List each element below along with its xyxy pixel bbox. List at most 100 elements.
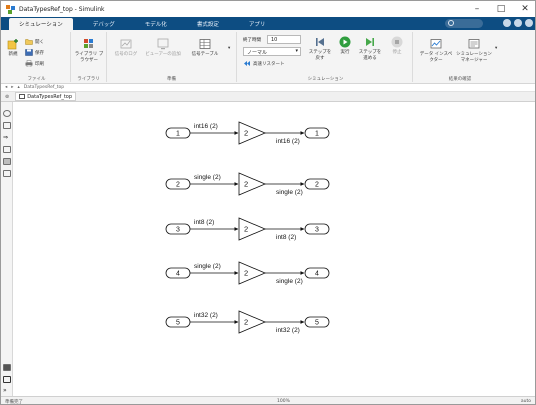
new-button[interactable]: 新規 bbox=[5, 38, 21, 58]
folder-open-icon bbox=[25, 39, 33, 45]
close-button[interactable]: ✕ bbox=[513, 1, 535, 17]
log-signals-button[interactable]: 信号のログ bbox=[111, 38, 141, 58]
chevron-down-icon: ▾ bbox=[495, 46, 498, 51]
gain-value-4: 2 bbox=[244, 269, 248, 278]
fast-restart-toggle[interactable]: 高速リスタート bbox=[243, 60, 285, 67]
gain-value-2: 2 bbox=[244, 180, 248, 189]
status-bar: 準備完了 100% auto bbox=[1, 396, 535, 405]
ribbon-tab-strip: シミュレーション デバッグ モデル化 書式設定 アプリ bbox=[1, 17, 535, 30]
tab-format[interactable]: 書式設定 bbox=[187, 17, 229, 30]
run-button[interactable]: 実行 bbox=[335, 36, 355, 56]
group-label-prepare: 準備 bbox=[167, 77, 176, 82]
maximize-button[interactable]: □ bbox=[489, 1, 513, 17]
zoom-level: 100% bbox=[277, 399, 290, 404]
solver-status: auto bbox=[520, 399, 531, 404]
save-icon bbox=[25, 49, 33, 56]
add-viewer-button[interactable]: ビューアーの追加 bbox=[145, 38, 181, 58]
stop-icon bbox=[391, 36, 403, 48]
output-type-label-2: single (2) bbox=[276, 189, 303, 196]
print-button[interactable]: 印刷 bbox=[25, 60, 44, 67]
gain-value-5: 2 bbox=[244, 318, 248, 327]
simulation-manager-button[interactable]: シミュレーション マネージャー bbox=[455, 38, 493, 64]
gain-block-4[interactable] bbox=[238, 261, 267, 285]
tab-debug[interactable]: デバッグ bbox=[83, 17, 125, 30]
area-icon[interactable] bbox=[3, 170, 11, 177]
output-type-label-5: int32 (2) bbox=[276, 327, 300, 334]
tab-apps[interactable]: アプリ bbox=[239, 17, 276, 30]
input-type-label-2: single (2) bbox=[194, 174, 221, 181]
stop-button[interactable]: 停止 bbox=[387, 36, 407, 56]
window-controls: – □ ✕ bbox=[465, 1, 535, 17]
forward-arrow-icon[interactable]: ▸ bbox=[11, 85, 13, 90]
tool-palette: ⇒ » bbox=[1, 102, 13, 396]
group-label-file: ファイル bbox=[27, 77, 46, 82]
gain-value-1: 2 bbox=[244, 129, 248, 138]
model-tab[interactable]: DataTypesRef_top bbox=[15, 92, 77, 101]
model-browser-bar: ◂ ▸ ▴ DataTypesRef_top bbox=[1, 84, 535, 92]
model-path[interactable]: DataTypesRef_top bbox=[24, 85, 64, 90]
open-button[interactable]: 開く bbox=[25, 38, 44, 45]
hide-browser-icon[interactable]: ⊚ bbox=[5, 94, 9, 100]
outport-number-4: 4 bbox=[315, 271, 319, 278]
tab-simulation[interactable]: シミュレーション bbox=[9, 18, 73, 30]
gain-value-3: 2 bbox=[244, 225, 248, 234]
run-icon bbox=[339, 36, 351, 48]
model-icon bbox=[19, 94, 26, 99]
search-box[interactable] bbox=[445, 19, 483, 28]
gain-block-2[interactable] bbox=[238, 172, 267, 196]
help-icon[interactable] bbox=[503, 19, 511, 27]
input-type-label-3: int8 (2) bbox=[194, 219, 214, 226]
outport-number-3: 3 bbox=[315, 227, 319, 234]
stop-time-field[interactable]: 10 bbox=[267, 35, 301, 44]
step-forward-icon bbox=[366, 38, 374, 46]
viewer-icon bbox=[157, 38, 169, 50]
model-explorer-icon[interactable] bbox=[3, 376, 11, 383]
output-type-label-4: single (2) bbox=[276, 278, 303, 285]
review-more-button[interactable]: ▾ bbox=[495, 46, 497, 51]
gain-block-3[interactable] bbox=[238, 217, 267, 241]
outport-number-2: 2 bbox=[315, 182, 319, 189]
gain-block-5[interactable] bbox=[238, 310, 267, 334]
input-type-label-5: int32 (2) bbox=[194, 312, 218, 319]
status-text: 準備完了 bbox=[5, 399, 23, 405]
simulation-mode-select[interactable]: ノーマル ▾ bbox=[243, 47, 301, 56]
library-browser-icon bbox=[84, 39, 93, 48]
back-arrow-icon[interactable]: ◂ bbox=[5, 85, 7, 90]
outport-number-5: 5 bbox=[315, 320, 319, 327]
fit-to-view-icon[interactable] bbox=[3, 122, 11, 129]
annotation-icon[interactable] bbox=[3, 146, 11, 153]
minimize-button[interactable]: – bbox=[465, 1, 489, 17]
stop-time-label: 終了時間 bbox=[243, 38, 261, 43]
image-icon[interactable] bbox=[3, 158, 11, 165]
save-button[interactable]: 保存 bbox=[25, 49, 44, 56]
step-back-button[interactable]: ステップを 戻す bbox=[307, 36, 333, 62]
library-browser-button[interactable]: ライブラリ ブラウザー bbox=[74, 38, 104, 64]
chevron-down-icon: ▾ bbox=[295, 48, 298, 54]
tab-modeling[interactable]: モデル化 bbox=[135, 17, 177, 30]
signal-table-button[interactable]: 信号テーブル bbox=[187, 38, 223, 58]
gain-block-1[interactable] bbox=[238, 121, 267, 145]
expand-icon[interactable] bbox=[525, 19, 533, 27]
zoom-icon[interactable] bbox=[3, 110, 11, 117]
block-diagram: 1 int16 (2) 2 int16 (2) 1 2 single (2) 2 single … bbox=[165, 121, 330, 334]
quick-access-icons bbox=[503, 19, 533, 27]
simulink-window: DataTypesRef_top - Simulink – □ ✕ シミュレーシ… bbox=[0, 0, 536, 405]
arrow-right-icon[interactable]: ⇒ bbox=[3, 134, 11, 141]
up-arrow-icon[interactable]: ▴ bbox=[18, 85, 20, 90]
inport-number-3: 3 bbox=[176, 227, 180, 234]
ribbon-group-prepare: 信号のログ ビューアーの追加 信号テーブル ▾ 準備 bbox=[107, 32, 237, 82]
print-icon bbox=[25, 60, 33, 67]
input-type-label-4: single (2) bbox=[194, 263, 221, 270]
step-forward-button[interactable]: ステップを 進める bbox=[357, 36, 383, 62]
title-bar: DataTypesRef_top - Simulink – □ ✕ bbox=[1, 1, 535, 17]
log-signals-icon bbox=[120, 39, 132, 49]
group-label-library: ライブラリ bbox=[77, 77, 100, 82]
data-inspector-button[interactable]: データ インスペクター bbox=[419, 38, 453, 64]
settings-icon[interactable] bbox=[514, 19, 522, 27]
collapse-icon[interactable]: » bbox=[3, 387, 11, 394]
diagram-canvas[interactable]: 1 int16 (2) 2 int16 (2) 1 2 single (2) 2 single … bbox=[13, 102, 535, 396]
window-title: DataTypesRef_top - Simulink bbox=[19, 5, 105, 13]
group-label-simulation: シミュレーション bbox=[307, 77, 344, 82]
overview-icon[interactable] bbox=[3, 364, 11, 371]
prepare-more-button[interactable]: ▾ bbox=[228, 46, 230, 51]
